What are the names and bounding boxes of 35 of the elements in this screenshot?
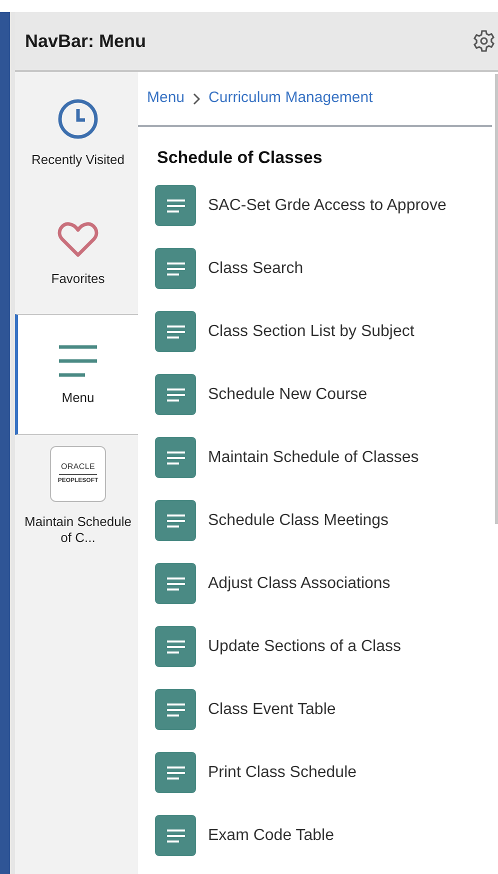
menu-item[interactable]: Schedule Class Meetings [155,500,494,541]
menu-item[interactable]: Class Event Table [155,689,494,730]
menu-icon [57,344,99,378]
menu-item[interactable]: Class Search [155,248,494,289]
list-icon [155,626,196,667]
list-icon [155,752,196,793]
list-icon [155,500,196,541]
list-icon [155,374,196,415]
heart-icon [57,220,99,258]
list-icon [155,437,196,478]
settings-icon[interactable] [472,29,496,53]
menu-item[interactable]: Class Section List by Subject [155,311,494,352]
sidebar-item[interactable]: Favorites [15,193,138,314]
section-title: Schedule of Classes [157,148,322,167]
menu-item[interactable]: Maintain Schedule of Classes [155,437,494,478]
breadcrumb-link[interactable]: Menu [147,87,185,110]
scrollbar[interactable] [495,74,498,524]
breadcrumb-link[interactable]: Curriculum Management [208,87,373,110]
chevron-right-icon [192,92,201,104]
sidebar-item[interactable]: Recently Visited [15,72,138,193]
menu-item[interactable]: Schedule New Course [155,374,494,415]
menu-item[interactable]: SAC-Set Grde Access to Approve [155,185,494,226]
list-icon [155,185,196,226]
menu-item[interactable]: Print Class Schedule [155,752,494,793]
list-icon [155,248,196,289]
list-icon [155,815,196,856]
list-icon [155,311,196,352]
menu-item[interactable]: Update Sections of a Class [155,626,494,667]
list-icon [155,563,196,604]
list-icon [155,689,196,730]
window-title: NavBar: Menu [25,30,146,52]
menu-item[interactable]: Exam Code Table [155,815,494,856]
menu-item[interactable]: Adjust Class Associations [155,563,494,604]
clock-icon [57,98,99,140]
sidebar-item[interactable]: Menu [15,314,138,435]
